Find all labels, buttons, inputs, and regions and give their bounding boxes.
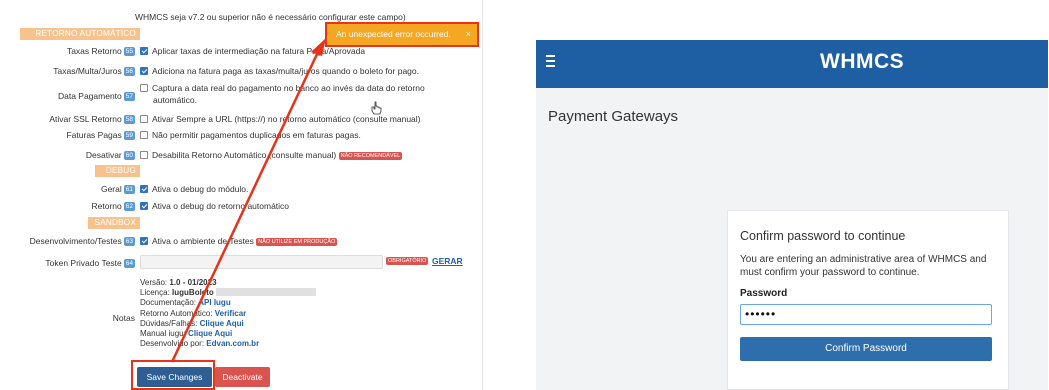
error-toast-message: An unexpected error occurred. [336,29,451,39]
checkbox-unchecked[interactable] [140,84,148,92]
label-desenvolvimento-testes: Desenvolvimento/Testes 63 [29,236,135,246]
redacted-block [216,288,317,297]
whmcs-admin-pane: WHMCS Payment Gateways Confirm password … [536,40,1048,390]
menu-icon[interactable] [546,55,562,70]
link-edvan[interactable]: Edvan.com.br [206,339,259,348]
badge-obrigatorio: OBRIGATÓRIO [386,257,429,265]
checkbox-checked[interactable] [140,185,148,193]
checkbox-checked[interactable] [140,237,148,245]
checkbox-checked[interactable] [140,47,148,55]
checkbox-checked[interactable] [140,202,148,210]
label-ativar-ssl-retorno: Ativar SSL Retorno 58 [49,114,135,124]
gerar-link[interactable]: GERAR [432,256,463,266]
card-title: Confirm password to continue [740,229,906,243]
checkbox-faturas-pagas[interactable]: Não permitir pagamentos duplicados em fa… [140,130,361,140]
label-data-pagamento: Data Pagamento 57 [57,91,135,101]
checkbox-data-pagamento[interactable]: Captura a data real do pagamento no banc… [140,83,425,93]
checkbox-unchecked[interactable] [140,115,148,123]
section-retorno-automatico: RETORNO AUTOMÁTICO [20,28,140,40]
password-input[interactable]: •••••• [740,304,992,325]
badge-nao-utilize: NÃO UTILIZE EM PRODUÇÃO [256,238,338,246]
whmcs-logo[interactable]: WHMCS [820,50,904,74]
annotation-highlight-box [131,360,215,390]
card-message: You are entering an administrative area … [740,254,987,278]
checkbox-unchecked[interactable] [140,151,148,159]
label-faturas-pagas: Faturas Pagas 59 [66,130,135,140]
confirm-password-card: Confirm password to continue You are ent… [727,210,1009,390]
version-note: WHMCS seja v7.2 ou superior não é necess… [135,12,406,22]
page-title: Payment Gateways [548,108,679,125]
token-input[interactable] [140,255,383,269]
checkbox-taxas-multa-juros[interactable]: Adiciona na fatura paga as taxas/multa/j… [140,66,419,76]
top-navbar: WHMCS [536,40,1048,88]
confirm-password-button[interactable]: Confirm Password [740,337,992,361]
checkbox-ativar-ssl[interactable]: Ativar Sempre a URL (https://) no retorn… [140,114,421,124]
link-duvidas[interactable]: Clique Aqui [200,319,244,328]
close-icon[interactable]: × [466,24,471,45]
password-label: Password [740,288,788,299]
checkbox-unchecked[interactable] [140,131,148,139]
section-debug: DEBUG [95,165,140,177]
screenshot-root: WHMCS seja v7.2 ou superior não é necess… [0,0,1049,390]
label-geral: Geral 61 [100,184,135,194]
section-sandbox: SANDBOX [88,217,140,229]
checkbox-desativar[interactable]: Desabilita Retorno Automático (consulte … [140,150,403,160]
pane-divider [482,0,483,390]
badge-nao-recomendavel: NÃO RECOMENDÁVEL [338,152,403,160]
hand-cursor-icon [371,101,382,115]
label-desativar: Desativar 60 [85,150,135,160]
module-settings-pane: WHMCS seja v7.2 ou superior não é necess… [0,0,482,390]
label-retorno: Retorno 62 [91,201,135,211]
notes-block: Versão: 1.0 - 01/2023 Licença: IuguBolet… [140,278,317,349]
checkbox-ambiente-testes[interactable]: Ativa o ambiente de Testes NÃO UTILIZE E… [140,236,338,246]
link-api-iugu[interactable]: API Iugu [198,298,230,307]
data-pagamento-text-cont: automático. [153,95,197,105]
link-manual[interactable]: Clique Aqui [188,329,232,338]
checkbox-checked[interactable] [140,67,148,75]
label-taxas-multa-juros: Taxas/Multa/Juros 56 [53,66,135,76]
checkbox-geral[interactable]: Ativa o debug do módulo. [140,184,248,194]
checkbox-taxas-retorno[interactable]: Aplicar taxas de intermediação na fatura… [140,46,365,56]
link-verificar[interactable]: Verificar [215,309,247,318]
label-taxas-retorno: Taxas Retorno 55 [66,46,135,56]
checkbox-retorno[interactable]: Ativa o debug do retorno automático [140,201,289,211]
label-token-privado-teste: Token Privado Teste 64 [45,258,135,268]
deactivate-button[interactable]: Deactivate [215,367,270,387]
error-toast: An unexpected error occurred. × [325,22,479,47]
label-notas: Notas [112,313,135,323]
